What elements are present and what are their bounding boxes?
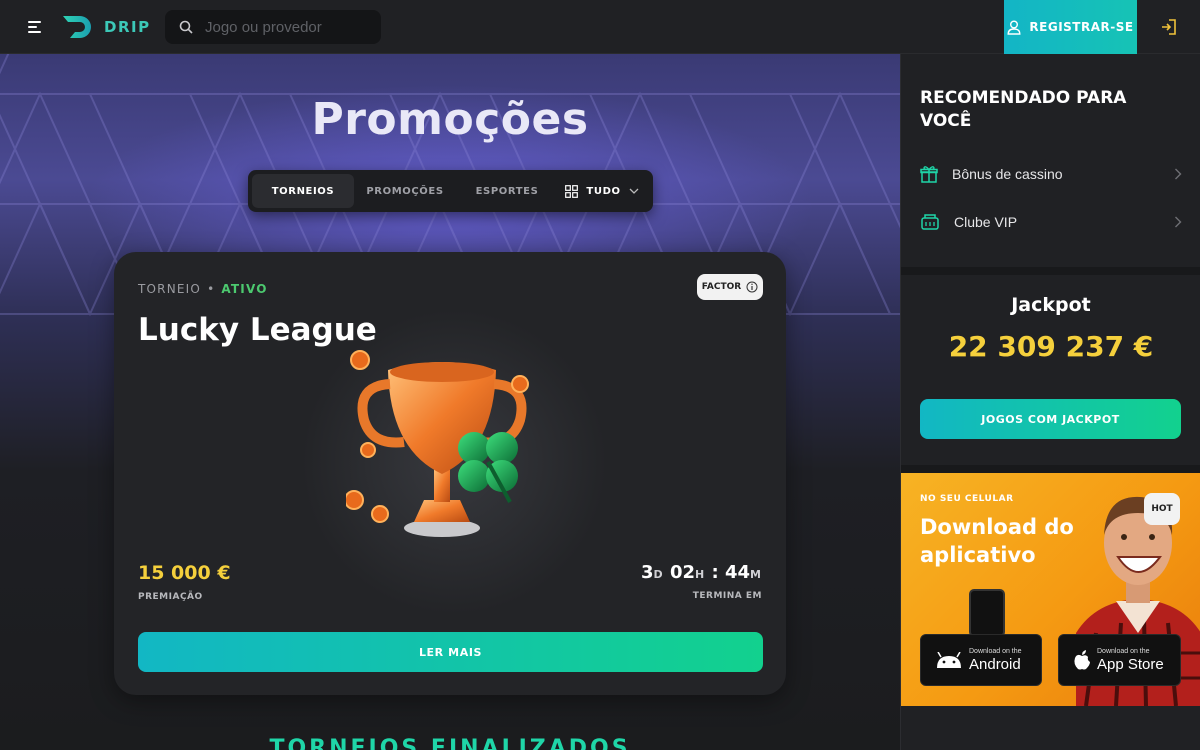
phone-mockup-image bbox=[969, 589, 1005, 637]
finished-tournaments-title: TORNEIOS FINALIZADOS bbox=[269, 736, 631, 750]
app-store-download-button[interactable]: Download on the App Store bbox=[1058, 634, 1181, 686]
android-icon bbox=[937, 652, 961, 668]
top-header: DRIP REGISTRAR-SE bbox=[0, 0, 1200, 54]
android-download-button[interactable]: Download on the Android bbox=[920, 634, 1042, 686]
filter-label: TUDO bbox=[586, 185, 621, 197]
recommended-item-label: Clube VIP bbox=[954, 214, 1018, 230]
user-icon bbox=[1007, 20, 1021, 35]
register-button[interactable]: REGISTRAR-SE bbox=[1004, 0, 1137, 54]
timer-minutes-unit: M bbox=[750, 568, 761, 581]
app-download-banner[interactable]: NO SEU CELULAR Download do aplicativo HO… bbox=[901, 473, 1200, 706]
chevron-down-icon bbox=[629, 188, 639, 194]
meta-separator: • bbox=[207, 282, 216, 296]
page-title: Promoções bbox=[311, 94, 589, 145]
menu-icon[interactable] bbox=[24, 17, 46, 37]
recommended-item-casino-bonus[interactable]: Bônus de cassino bbox=[920, 161, 1182, 187]
chevron-right-icon bbox=[1175, 216, 1182, 228]
tournament-status: ATIVO bbox=[221, 282, 268, 296]
jackpot-games-button[interactable]: JOGOS COM JACKPOT bbox=[920, 399, 1181, 439]
timer-minutes: 44 bbox=[724, 562, 751, 583]
recommended-item-label: Bônus de cassino bbox=[952, 166, 1063, 182]
factor-label: FACTOR bbox=[701, 282, 742, 292]
tournament-card: TORNEIO • ATIVO FACTOR Lucky League 15 0… bbox=[114, 252, 786, 695]
sidebar-divider bbox=[901, 465, 1200, 473]
apple-icon bbox=[1074, 650, 1090, 670]
prize-label: PREMIAÇÃO bbox=[138, 592, 203, 602]
recommended-item-vip-club[interactable]: Clube VIP bbox=[920, 209, 1182, 235]
login-button[interactable] bbox=[1137, 0, 1200, 54]
android-big-text: Android bbox=[969, 655, 1021, 673]
register-label: REGISTRAR-SE bbox=[1029, 20, 1134, 34]
login-icon bbox=[1161, 19, 1176, 35]
android-small-text: Download on the bbox=[969, 647, 1022, 655]
tab-torneios[interactable]: TORNEIOS bbox=[252, 174, 354, 208]
jackpot-amount: 22 309 237 € bbox=[948, 330, 1154, 363]
prize-amount: 15 000 € bbox=[138, 562, 231, 584]
timer-hours-unit: H bbox=[695, 568, 705, 581]
search-box[interactable] bbox=[165, 10, 381, 44]
tournament-title: Lucky League bbox=[138, 312, 377, 348]
promo-tabs: TORNEIOS PROMOÇÕES ESPORTES TUDO bbox=[248, 170, 653, 212]
filter-dropdown[interactable]: TUDO bbox=[558, 174, 646, 208]
prize-block: 15 000 € PREMIAÇÃO bbox=[138, 562, 231, 602]
info-icon bbox=[746, 281, 758, 293]
logo[interactable]: DRIP bbox=[62, 13, 151, 41]
timer-days: 3 bbox=[640, 562, 654, 583]
gift-icon bbox=[920, 166, 938, 183]
trophy-clover-image bbox=[346, 350, 529, 537]
search-input[interactable] bbox=[205, 18, 365, 36]
grid-icon bbox=[565, 184, 579, 198]
chevron-right-icon bbox=[1175, 168, 1182, 180]
timer-label: TERMINA EM bbox=[692, 591, 762, 601]
logo-mark-icon bbox=[63, 16, 91, 38]
factor-badge[interactable]: FACTOR bbox=[697, 274, 763, 300]
tournament-category: TORNEIO bbox=[138, 282, 202, 296]
tournament-meta: TORNEIO • ATIVO bbox=[138, 282, 268, 296]
ios-big-text: App Store bbox=[1097, 655, 1164, 673]
timer-days-unit: D bbox=[653, 568, 663, 581]
vip-icon bbox=[921, 214, 939, 230]
right-sidebar: RECOMENDADO PARA VOCÊ Bônus de cassino C… bbox=[900, 54, 1200, 750]
sidebar-divider bbox=[901, 267, 1200, 275]
timer-block: 3D 02H : 44M TERMINA EM bbox=[641, 562, 762, 601]
tab-esportes[interactable]: ESPORTES bbox=[456, 174, 558, 208]
tab-promocoes[interactable]: PROMOÇÕES bbox=[354, 174, 456, 208]
jackpot-title: Jackpot bbox=[1011, 294, 1091, 316]
search-icon bbox=[179, 20, 193, 34]
promo-headline: Download do aplicativo bbox=[920, 515, 1074, 567]
promo-eyebrow: NO SEU CELULAR bbox=[920, 494, 1014, 504]
main-content: Promoções TORNEIOS PROMOÇÕES ESPORTES TU… bbox=[0, 54, 900, 750]
hot-badge: HOT bbox=[1144, 493, 1180, 525]
countdown: 3D 02H : 44M bbox=[641, 562, 762, 583]
timer-separator: : bbox=[711, 562, 719, 583]
ios-small-text: Download on the bbox=[1097, 647, 1150, 655]
logo-text: DRIP bbox=[104, 18, 151, 36]
timer-hours: 02 bbox=[669, 562, 695, 583]
read-more-button[interactable]: LER MAIS bbox=[138, 632, 763, 672]
recommended-title: RECOMENDADO PARA VOCÊ bbox=[920, 88, 1127, 131]
